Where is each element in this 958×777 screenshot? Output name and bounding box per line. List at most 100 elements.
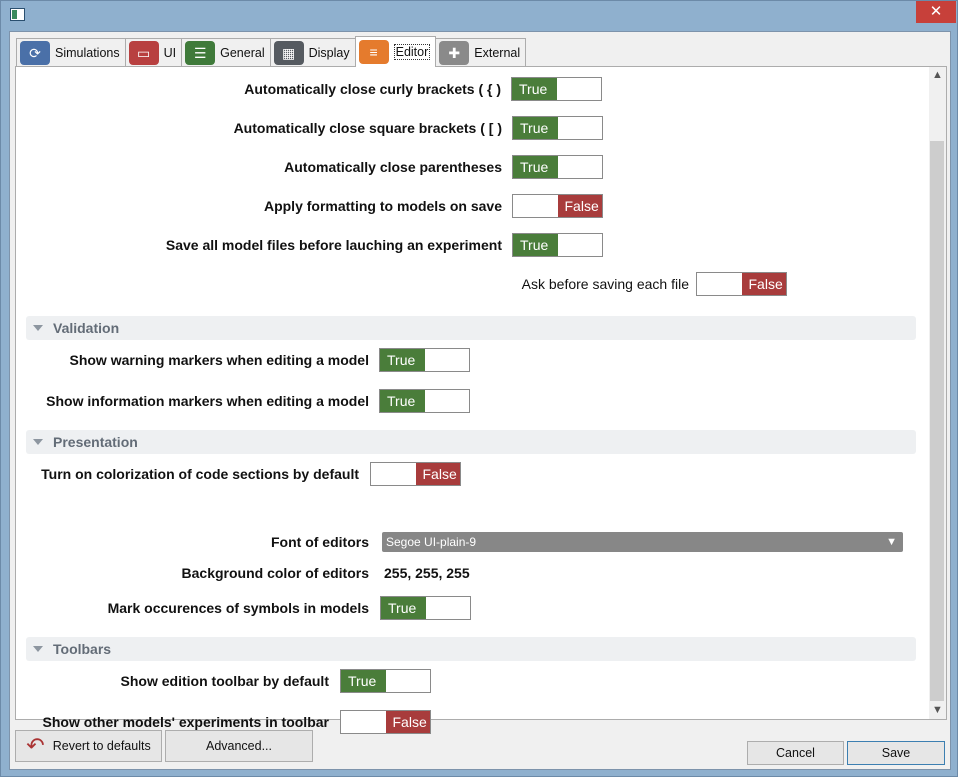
sync-icon: ⟳	[20, 41, 50, 65]
toggle-blank	[424, 349, 469, 371]
toggle-apply-format[interactable]: False	[512, 194, 603, 218]
font-select[interactable]: Segoe UI-plain-9 ▼	[382, 532, 903, 552]
tab-display[interactable]: ▦ Display	[269, 38, 356, 67]
toggle-blank	[513, 195, 558, 217]
save-label: Save	[881, 746, 911, 760]
setting-label: Show warning markers when editing a mode…	[69, 352, 369, 368]
section-validation[interactable]: Validation	[26, 316, 916, 340]
chevron-down-icon: ▼	[886, 536, 897, 548]
advanced-button[interactable]: Advanced...	[165, 730, 313, 762]
toggle-true: True	[380, 390, 425, 412]
scroll-up-icon[interactable]: ▲	[929, 67, 946, 84]
setting-close-square: Automatically close square brackets ( [ …	[16, 116, 603, 140]
cancel-label: Cancel	[776, 746, 815, 760]
toggle-blank	[424, 390, 469, 412]
section-title: Toolbars	[53, 641, 112, 657]
toggle-other-experiments[interactable]: False	[340, 710, 431, 734]
tab-external[interactable]: ✚ External	[435, 38, 527, 67]
toggle-blank	[697, 273, 742, 295]
setting-label: Show information markers when editing a …	[46, 393, 369, 409]
setting-label: Font of editors	[271, 534, 369, 550]
setting-ask-before: Ask before saving each file False	[16, 272, 787, 296]
toggle-close-square[interactable]: True	[512, 116, 603, 140]
advanced-label: Advanced...	[205, 739, 272, 753]
vertical-scrollbar[interactable]: ▲ ▼	[929, 67, 946, 719]
toggle-true: True	[341, 670, 386, 692]
toggle-save-all[interactable]: True	[512, 233, 603, 257]
toggle-mark-occurrences[interactable]: True	[380, 596, 471, 620]
toggle-true: True	[513, 234, 558, 256]
section-presentation[interactable]: Presentation	[26, 430, 916, 454]
undo-arrow-icon: ↶	[26, 733, 45, 758]
scroll-thumb[interactable]	[930, 141, 944, 701]
scroll-down-icon[interactable]: ▼	[929, 702, 946, 719]
setting-font: Font of editors	[16, 530, 369, 554]
toggle-close-paren[interactable]: True	[512, 155, 603, 179]
setting-label: Background color of editors	[181, 565, 369, 581]
cancel-button[interactable]: Cancel	[747, 741, 844, 765]
setting-label: Turn on colorization of code sections by…	[41, 466, 359, 482]
setting-label: Apply formatting to models on save	[263, 198, 502, 214]
tab-label: UI	[163, 46, 177, 60]
revert-defaults-button[interactable]: ↶ Revert to defaults	[15, 730, 162, 762]
setting-label: Automatically close square brackets ( [ …	[233, 120, 502, 136]
collapse-triangle-icon	[33, 646, 43, 652]
toggle-colorization[interactable]: False	[370, 462, 461, 486]
setting-close-curly: Automatically close curly brackets ( { )…	[16, 77, 602, 101]
toggle-false: False	[385, 711, 430, 733]
bg-color-value[interactable]: 255, 255, 255	[384, 565, 470, 581]
monitor-icon: ▭	[128, 41, 159, 65]
tab-label: External	[474, 46, 521, 60]
toggle-blank	[557, 117, 602, 139]
tab-bar: ⟳ Simulations ▭ UI ☰ General ▦ Display ≡…	[16, 36, 527, 67]
font-select-value: Segoe UI-plain-9	[386, 535, 477, 549]
setting-label: Save all model files before lauching an …	[165, 237, 502, 253]
toggle-blank	[371, 463, 416, 485]
toggle-blank	[341, 711, 386, 733]
text-lines-icon: ≡	[358, 40, 389, 64]
tab-label: Editor	[393, 44, 431, 60]
window-client: ⟳ Simulations ▭ UI ☰ General ▦ Display ≡…	[9, 31, 951, 770]
toggle-close-curly[interactable]: True	[511, 77, 602, 101]
setting-bg-color: Background color of editors 255, 255, 25…	[16, 561, 470, 585]
toggle-true: True	[381, 597, 426, 619]
setting-apply-format: Apply formatting to models on save False	[16, 194, 603, 218]
tab-simulations[interactable]: ⟳ Simulations	[16, 38, 126, 67]
tab-label: Simulations	[55, 46, 120, 60]
tab-general[interactable]: ☰ General	[181, 38, 271, 67]
toggle-true: True	[513, 156, 558, 178]
tab-editor[interactable]: ≡ Editor	[354, 36, 437, 67]
toggle-info-markers[interactable]: True	[379, 389, 470, 413]
setting-info-markers: Show information markers when editing a …	[16, 389, 470, 413]
title-bar: ✕	[1, 1, 957, 29]
app-icon	[10, 8, 25, 21]
save-button[interactable]: Save	[847, 741, 945, 765]
toggle-false: False	[741, 273, 786, 295]
toggle-warning-markers[interactable]: True	[379, 348, 470, 372]
toggle-ask-before[interactable]: False	[696, 272, 787, 296]
window-close-button[interactable]: ✕	[916, 1, 956, 23]
toggle-blank	[557, 156, 602, 178]
toggle-false: False	[415, 463, 460, 485]
setting-mark-occurrences: Mark occurences of symbols in models Tru…	[16, 596, 471, 620]
setting-edition-toolbar: Show edition toolbar by default True	[16, 669, 431, 693]
toggle-blank	[556, 78, 601, 100]
sliders-icon: ☰	[185, 41, 216, 65]
section-toolbars[interactable]: Toolbars	[26, 637, 916, 661]
collapse-triangle-icon	[33, 439, 43, 445]
setting-label: Automatically close curly brackets ( { )	[244, 81, 502, 97]
section-title: Validation	[53, 320, 120, 336]
toggle-false: False	[557, 195, 602, 217]
grid-icon: ▦	[273, 41, 304, 65]
collapse-triangle-icon	[33, 325, 43, 331]
tab-ui[interactable]: ▭ UI	[124, 38, 183, 67]
preferences-window: ✕ ⟳ Simulations ▭ UI ☰ General ▦ Display…	[0, 0, 958, 777]
toggle-true: True	[380, 349, 425, 371]
editor-settings-panel: Automatically close curly brackets ( { )…	[15, 66, 947, 734]
toggle-edition-toolbar[interactable]: True	[340, 669, 431, 693]
setting-colorization: Turn on colorization of code sections by…	[16, 462, 461, 486]
setting-label: Show other models' experiments in toolba…	[42, 714, 330, 730]
tab-label: General	[220, 46, 265, 60]
setting-close-paren: Automatically close parentheses True	[16, 155, 603, 179]
toggle-blank	[385, 670, 430, 692]
